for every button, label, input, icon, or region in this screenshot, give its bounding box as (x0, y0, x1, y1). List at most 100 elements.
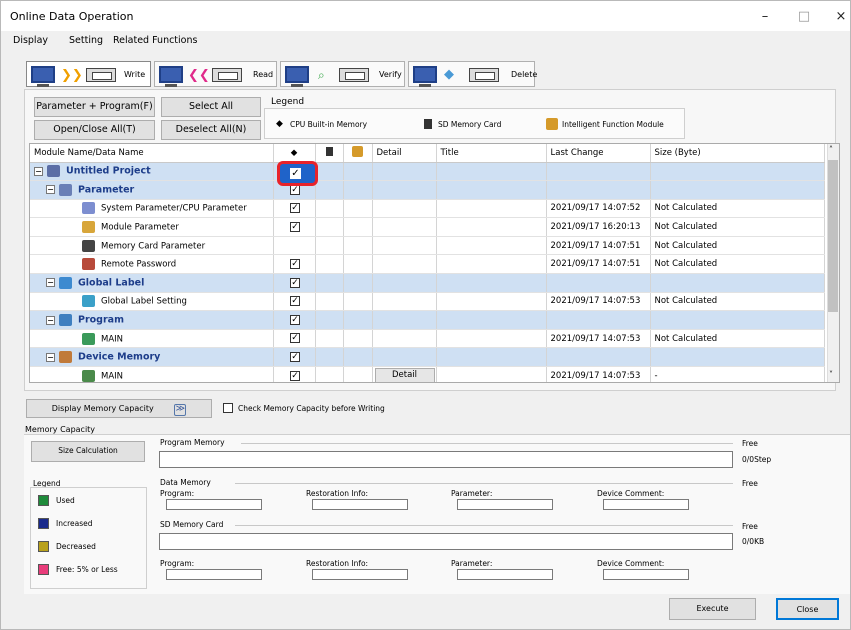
size-calculation-button[interactable]: Size Calculation (31, 441, 145, 462)
scroll-down-icon[interactable]: ˅ (829, 370, 833, 379)
data-memory-sub-label-2: Parameter: (451, 489, 493, 498)
select-all-button[interactable]: Select All (161, 97, 261, 117)
delete-operation-tab[interactable]: ◆ Delete (408, 61, 537, 87)
col-intelligent-module[interactable] (343, 144, 373, 163)
cpu-module-icon (339, 68, 369, 82)
cell-detail (372, 254, 437, 275)
cell-cpu-memory[interactable] (273, 236, 316, 256)
scrollbar-thumb[interactable] (828, 160, 838, 312)
col-cpu-memory[interactable]: ◆ (273, 144, 316, 163)
display-memory-capacity-button[interactable]: Display Memory Capacity ≫ (26, 399, 212, 418)
sd-card-sub-label-1: Restoration Info: (306, 559, 369, 568)
cpu-memory-checkbox[interactable]: ✓ (290, 184, 300, 195)
verify-operation-tab[interactable]: ⌕ Verify (280, 61, 405, 87)
cell-last-change (546, 310, 651, 330)
grid-row[interactable]: − Program ✓ (30, 310, 825, 330)
execute-button[interactable]: Execute (669, 598, 756, 620)
cell-cpu-memory[interactable]: ✓ (273, 199, 316, 219)
main-icon (82, 332, 95, 345)
minimize-button[interactable]: – (750, 6, 780, 28)
col-detail[interactable]: Detail (372, 144, 437, 163)
cell-detail (372, 292, 437, 312)
collapse-toggle-icon[interactable]: − (46, 352, 55, 362)
grid-row[interactable]: Memory Card Parameter 2021/09/17 14:07:51… (30, 236, 825, 256)
write-operation-tab[interactable]: ❯❯ Write (26, 61, 151, 87)
check-memory-before-write-checkbox[interactable] (223, 403, 233, 413)
cell-title (436, 366, 547, 382)
cell-size: Not Calculated (650, 199, 825, 219)
cell-cpu-memory[interactable]: ✓ (273, 310, 316, 330)
cell-cpu-memory[interactable]: ✓ (273, 292, 316, 312)
cell-name: − Untitled Project (30, 162, 274, 182)
collapse-toggle-icon[interactable]: − (34, 166, 43, 176)
cell-name: Global Label Setting (30, 292, 274, 312)
detail-button[interactable]: Detail (374, 368, 435, 382)
row-name: Parameter (78, 184, 135, 196)
cpu-memory-checkbox[interactable]: ✓ (290, 333, 300, 344)
cell-cpu-memory[interactable]: ✓ (273, 254, 316, 275)
cpu-memory-checkbox[interactable]: ✓ (290, 203, 300, 214)
deselect-all-button[interactable]: Deselect All(N) (161, 120, 261, 140)
cpu-memory-checkbox[interactable]: ✓ (290, 351, 300, 362)
cell-title (436, 292, 547, 312)
cpu-memory-checkbox[interactable]: ✓ (290, 314, 300, 325)
cpu-memory-checkbox[interactable]: ✓ (290, 370, 300, 381)
collapse-toggle-icon[interactable]: − (46, 185, 55, 195)
col-last-change[interactable]: Last Change (546, 144, 651, 163)
grid-row[interactable]: MAIN ✓ Detail 2021/09/17 14:07:53- (30, 366, 825, 382)
cpu-memory-checkbox[interactable]: ✓ (290, 259, 300, 270)
row-name: Global Label Setting (101, 296, 187, 307)
globalset-icon (82, 295, 95, 308)
grid-row[interactable]: − Device Memory ✓ (30, 347, 825, 368)
grid-row[interactable]: Global Label Setting ✓ 2021/09/17 14:07:53… (30, 292, 825, 312)
sd-card-sub-label-3: Device Comment: (597, 559, 665, 568)
cell-cpu-memory[interactable]: ✓ (273, 366, 316, 382)
menu-related-functions[interactable]: Related Functions (113, 35, 197, 46)
untitled-project-checkbox[interactable]: ✓ (290, 168, 301, 179)
grid-row[interactable]: System Parameter/CPU Parameter ✓ 2021/09/1… (30, 199, 825, 219)
scroll-up-icon[interactable]: ˄ (829, 145, 833, 154)
col-module-name[interactable]: Module Name/Data Name (30, 144, 274, 163)
cell-cpu-memory[interactable]: ✓ (273, 273, 316, 293)
data-memory-label: Data Memory (160, 478, 211, 487)
cell-cpu-memory[interactable]: ✓ (273, 217, 316, 237)
grid-row[interactable]: − Parameter ✓ (30, 180, 825, 200)
read-operation-tab[interactable]: ❮❮ Read (154, 61, 277, 87)
close-window-button[interactable]: × (826, 6, 851, 28)
cell-cpu-memory[interactable]: ✓ (273, 347, 316, 368)
sd-card-sub-bar-1 (312, 569, 408, 580)
cpu-memory-checkbox[interactable]: ✓ (290, 296, 300, 307)
cell-cpu-memory[interactable]: ✓ (273, 329, 316, 349)
cell-last-change: 2021/09/17 14:07:53 (546, 366, 651, 382)
grid-row[interactable]: MAIN ✓ 2021/09/17 14:07:53 Not Calculated (30, 329, 825, 349)
sd-card-label: SD Memory Card (160, 520, 224, 529)
cell-size: Not Calculated (650, 236, 825, 256)
grid-row[interactable]: Remote Password ✓ 2021/09/17 14:07:51 Not C… (30, 254, 825, 275)
grid-row[interactable]: Module Parameter ✓ 2021/09/17 16:20:13 Not … (30, 217, 825, 237)
close-button[interactable]: Close (776, 598, 839, 620)
legend-label-2: Decreased (56, 542, 96, 551)
sd-card-icon (325, 146, 333, 156)
menu-display[interactable]: Display (13, 35, 48, 46)
cpu-memory-checkbox[interactable]: ✓ (290, 221, 300, 232)
cpu-module-icon (212, 68, 242, 82)
menu-setting[interactable]: Setting (69, 35, 103, 46)
col-sd-card[interactable] (315, 144, 344, 163)
grid-row[interactable]: − Untitled Project (30, 162, 825, 182)
parameter-program-button[interactable]: Parameter + Program(F) (34, 97, 155, 117)
data-free-label: Free (742, 479, 758, 488)
cell-last-change: 2021/09/17 16:20:13 (546, 217, 651, 237)
collapse-toggle-icon[interactable]: − (46, 278, 55, 288)
cpu-memory-checkbox[interactable]: ✓ (290, 277, 300, 288)
cell-detail (372, 329, 437, 349)
open-close-all-button[interactable]: Open/Close All(T) (34, 120, 155, 140)
col-size[interactable]: Size (Byte) (650, 144, 825, 163)
cpu-memory-icon: ◆ (290, 147, 298, 158)
collapse-toggle-icon[interactable]: − (46, 315, 55, 325)
col-title[interactable]: Title (436, 144, 547, 163)
cell-detail (372, 236, 437, 256)
cell-title (436, 329, 547, 349)
cell-name: − Device Memory (30, 347, 274, 368)
grid-row[interactable]: − Global Label ✓ (30, 273, 825, 293)
maximize-button[interactable]: □ (789, 6, 819, 28)
